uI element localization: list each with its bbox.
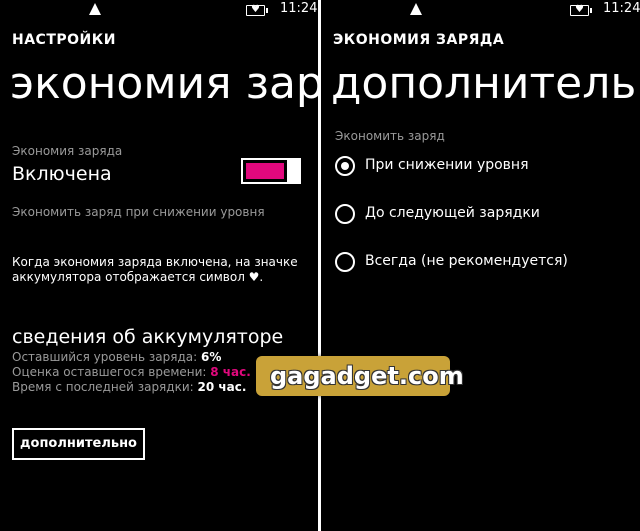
clock: 11:24 xyxy=(603,1,640,16)
radio-icon[interactable] xyxy=(335,204,355,224)
advanced-button[interactable]: дополнительно xyxy=(12,428,145,460)
clock: 11:24 xyxy=(280,1,318,16)
battery-saver-icon: ♥ xyxy=(246,4,268,16)
watermark-logo: gagadget.com xyxy=(256,356,464,396)
app-title: НАСТРОЙКИ xyxy=(12,32,116,48)
signal-icon xyxy=(410,3,422,15)
status-bar: ♥ 11:24 xyxy=(0,0,318,22)
settings-screen: ♥ 11:24 НАСТРОЙКИ экономия заряда Эконом… xyxy=(0,0,318,531)
section-label: Экономить заряд xyxy=(335,129,445,143)
signal-icon xyxy=(89,3,101,15)
saver-state: Включена xyxy=(12,163,112,185)
battery-saver-toggle[interactable] xyxy=(241,158,301,184)
battery-level-value: 6% xyxy=(201,350,222,364)
radio-label[interactable]: Всегда (не рекомендуется) xyxy=(365,253,568,269)
battery-level-label: Оставшийся уровень заряда: xyxy=(12,350,198,364)
info-line-1: Когда экономия заряда включена, на значк… xyxy=(12,255,298,269)
toggle-track xyxy=(241,158,289,184)
time-left-label: Оценка оставшегося времени: xyxy=(12,365,207,379)
status-bar: ♥ 11:24 xyxy=(321,0,640,22)
battery-saver-icon: ♥ xyxy=(570,4,592,16)
toggle-thumb xyxy=(287,158,301,184)
advanced-screen: ♥ 11:24 ЭКОНОМИЯ ЗАРЯДА дополнительно Эк… xyxy=(321,0,640,531)
page-title: дополнительно xyxy=(331,58,640,109)
radio-selected-icon[interactable] xyxy=(335,156,355,176)
saver-mode-text: Экономить заряд при снижении уровня xyxy=(12,205,265,219)
battery-level-row: Оставшийся уровень заряда: 6% xyxy=(12,350,221,364)
watermark-text: gagadget.com xyxy=(270,362,464,390)
time-left-value: 8 час. xyxy=(210,365,251,379)
radio-icon[interactable] xyxy=(335,252,355,272)
since-charge-row: Время с последней зарядки: 20 час. xyxy=(12,380,246,394)
toggle-fill xyxy=(246,163,284,179)
since-charge-label: Время с последней зарядки: xyxy=(12,380,194,394)
page-title: экономия заряда xyxy=(10,58,318,109)
radio-label[interactable]: До следующей зарядки xyxy=(365,205,540,221)
radio-label[interactable]: При снижении уровня xyxy=(365,157,529,173)
time-left-row: Оценка оставшегося времени: 8 час. xyxy=(12,365,251,379)
saver-label: Экономия заряда xyxy=(12,144,123,158)
since-charge-value: 20 час. xyxy=(197,380,247,394)
app-title: ЭКОНОМИЯ ЗАРЯДА xyxy=(333,32,505,48)
battery-info-heading: сведения об аккумуляторе xyxy=(12,326,284,348)
info-line-2: аккумулятора отображается символ ♥. xyxy=(12,270,264,284)
